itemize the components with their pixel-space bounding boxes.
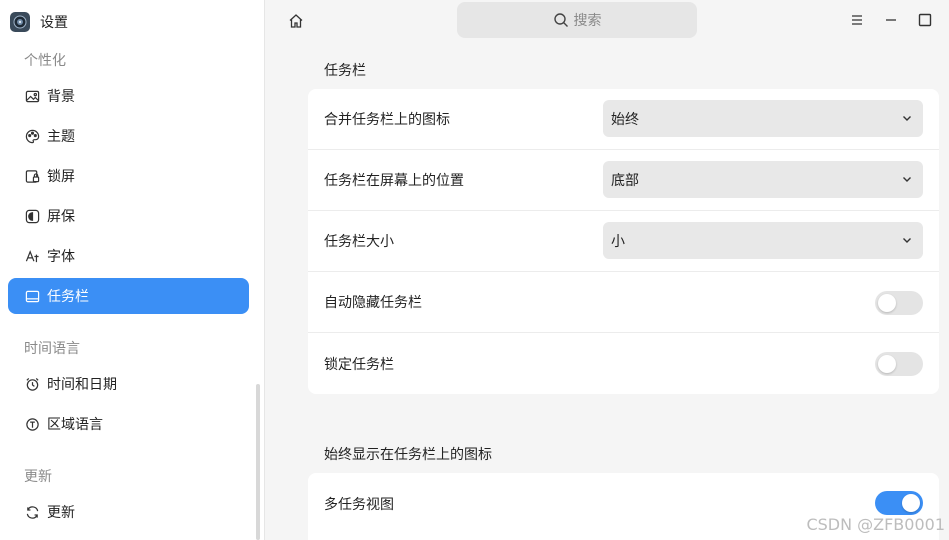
toggle-knob [902, 494, 920, 512]
sidebar-item-lock-screen[interactable]: 锁屏 [8, 158, 249, 194]
sidebar-item-label: 主题 [47, 129, 75, 145]
search-placeholder: 搜索 [573, 13, 602, 29]
maximize-button[interactable] [914, 9, 936, 31]
region-icon [24, 416, 40, 432]
position-select[interactable]: 底部 [603, 161, 923, 198]
setting-row-auto-hide: 自动隐藏任务栏 [308, 272, 939, 333]
image-icon [24, 88, 40, 104]
group-label-time-language: 时间语言 [24, 341, 80, 357]
sidebar-item-label: 时间和日期 [47, 377, 117, 393]
lock-screen-icon [24, 168, 40, 184]
sidebar-item-label: 锁屏 [47, 169, 75, 185]
sidebar: 设置 个性化 背景 主题 锁屏 屏保 字体 任务栏 时间语言 时间和日期 区域语… [0, 0, 265, 540]
sidebar-item-theme[interactable]: 主题 [8, 118, 249, 154]
select-value: 小 [611, 233, 625, 250]
sidebar-item-font[interactable]: 字体 [8, 238, 249, 274]
search-input[interactable]: 搜索 [457, 2, 697, 38]
maximize-icon [918, 13, 932, 27]
home-button[interactable] [285, 10, 307, 32]
watermark: CSDN @ZFB0001 [806, 515, 945, 534]
setting-label: 任务栏大小 [324, 234, 394, 250]
combine-icons-select[interactable]: 始终 [603, 100, 923, 137]
setting-label: 自动隐藏任务栏 [324, 295, 422, 311]
sidebar-item-label: 屏保 [47, 209, 75, 225]
home-icon [289, 14, 303, 28]
minimize-icon [886, 19, 896, 21]
group-label-update: 更新 [24, 469, 52, 485]
screensaver-icon [24, 208, 40, 224]
app-title: 设置 [40, 15, 68, 31]
sidebar-item-background[interactable]: 背景 [8, 78, 249, 114]
sidebar-item-update[interactable]: 更新 [8, 494, 249, 530]
sidebar-scrollbar[interactable] [256, 384, 260, 540]
setting-label: 合并任务栏上的图标 [324, 112, 450, 128]
chevron-down-icon [903, 177, 911, 182]
palette-icon [24, 128, 40, 144]
font-icon [24, 248, 40, 264]
setting-row-size: 任务栏大小 小 [308, 211, 939, 272]
group-label-personalization: 个性化 [24, 53, 66, 69]
sidebar-item-taskbar[interactable]: 任务栏 [8, 278, 249, 314]
taskbar-settings-card: 合并任务栏上的图标 始终 任务栏在屏幕上的位置 底部 任务栏大小 小 自动隐藏任… [308, 89, 939, 394]
select-value: 底部 [611, 172, 639, 189]
setting-label: 任务栏在屏幕上的位置 [324, 173, 464, 189]
menu-icon [852, 15, 862, 25]
sidebar-item-label: 更新 [47, 505, 75, 521]
sidebar-item-label: 背景 [47, 89, 75, 105]
minimize-button[interactable] [880, 9, 902, 31]
taskbar-icon [24, 288, 40, 304]
menu-button[interactable] [846, 9, 868, 31]
select-value: 始终 [611, 111, 639, 128]
setting-row-position: 任务栏在屏幕上的位置 底部 [308, 150, 939, 211]
clock-icon [24, 376, 40, 392]
sidebar-item-screensaver[interactable]: 屏保 [8, 198, 249, 234]
chevron-down-icon [903, 238, 911, 243]
section-title-always-show-icons: 始终显示在任务栏上的图标 [324, 447, 492, 463]
refresh-icon [24, 504, 40, 520]
setting-row-combine-icons: 合并任务栏上的图标 始终 [308, 89, 939, 150]
sidebar-item-date-time[interactable]: 时间和日期 [8, 366, 249, 402]
auto-hide-toggle[interactable] [875, 291, 923, 315]
sidebar-item-label: 字体 [47, 249, 75, 265]
settings-app-icon [10, 12, 30, 32]
multitask-view-toggle[interactable] [875, 491, 923, 515]
app-header: 设置 [10, 10, 68, 34]
chevron-down-icon [903, 116, 911, 121]
section-title-taskbar: 任务栏 [324, 63, 366, 79]
toggle-knob [878, 294, 896, 312]
setting-label: 多任务视图 [324, 496, 394, 513]
toggle-knob [878, 355, 896, 373]
sidebar-item-label: 区域语言 [47, 417, 103, 433]
setting-row-lock-taskbar: 锁定任务栏 [308, 333, 939, 394]
size-select[interactable]: 小 [603, 222, 923, 259]
setting-label: 锁定任务栏 [324, 356, 394, 373]
search-icon [553, 12, 569, 28]
sidebar-item-label: 任务栏 [47, 289, 89, 305]
lock-taskbar-toggle[interactable] [875, 352, 923, 376]
sidebar-item-region-language[interactable]: 区域语言 [8, 406, 249, 442]
